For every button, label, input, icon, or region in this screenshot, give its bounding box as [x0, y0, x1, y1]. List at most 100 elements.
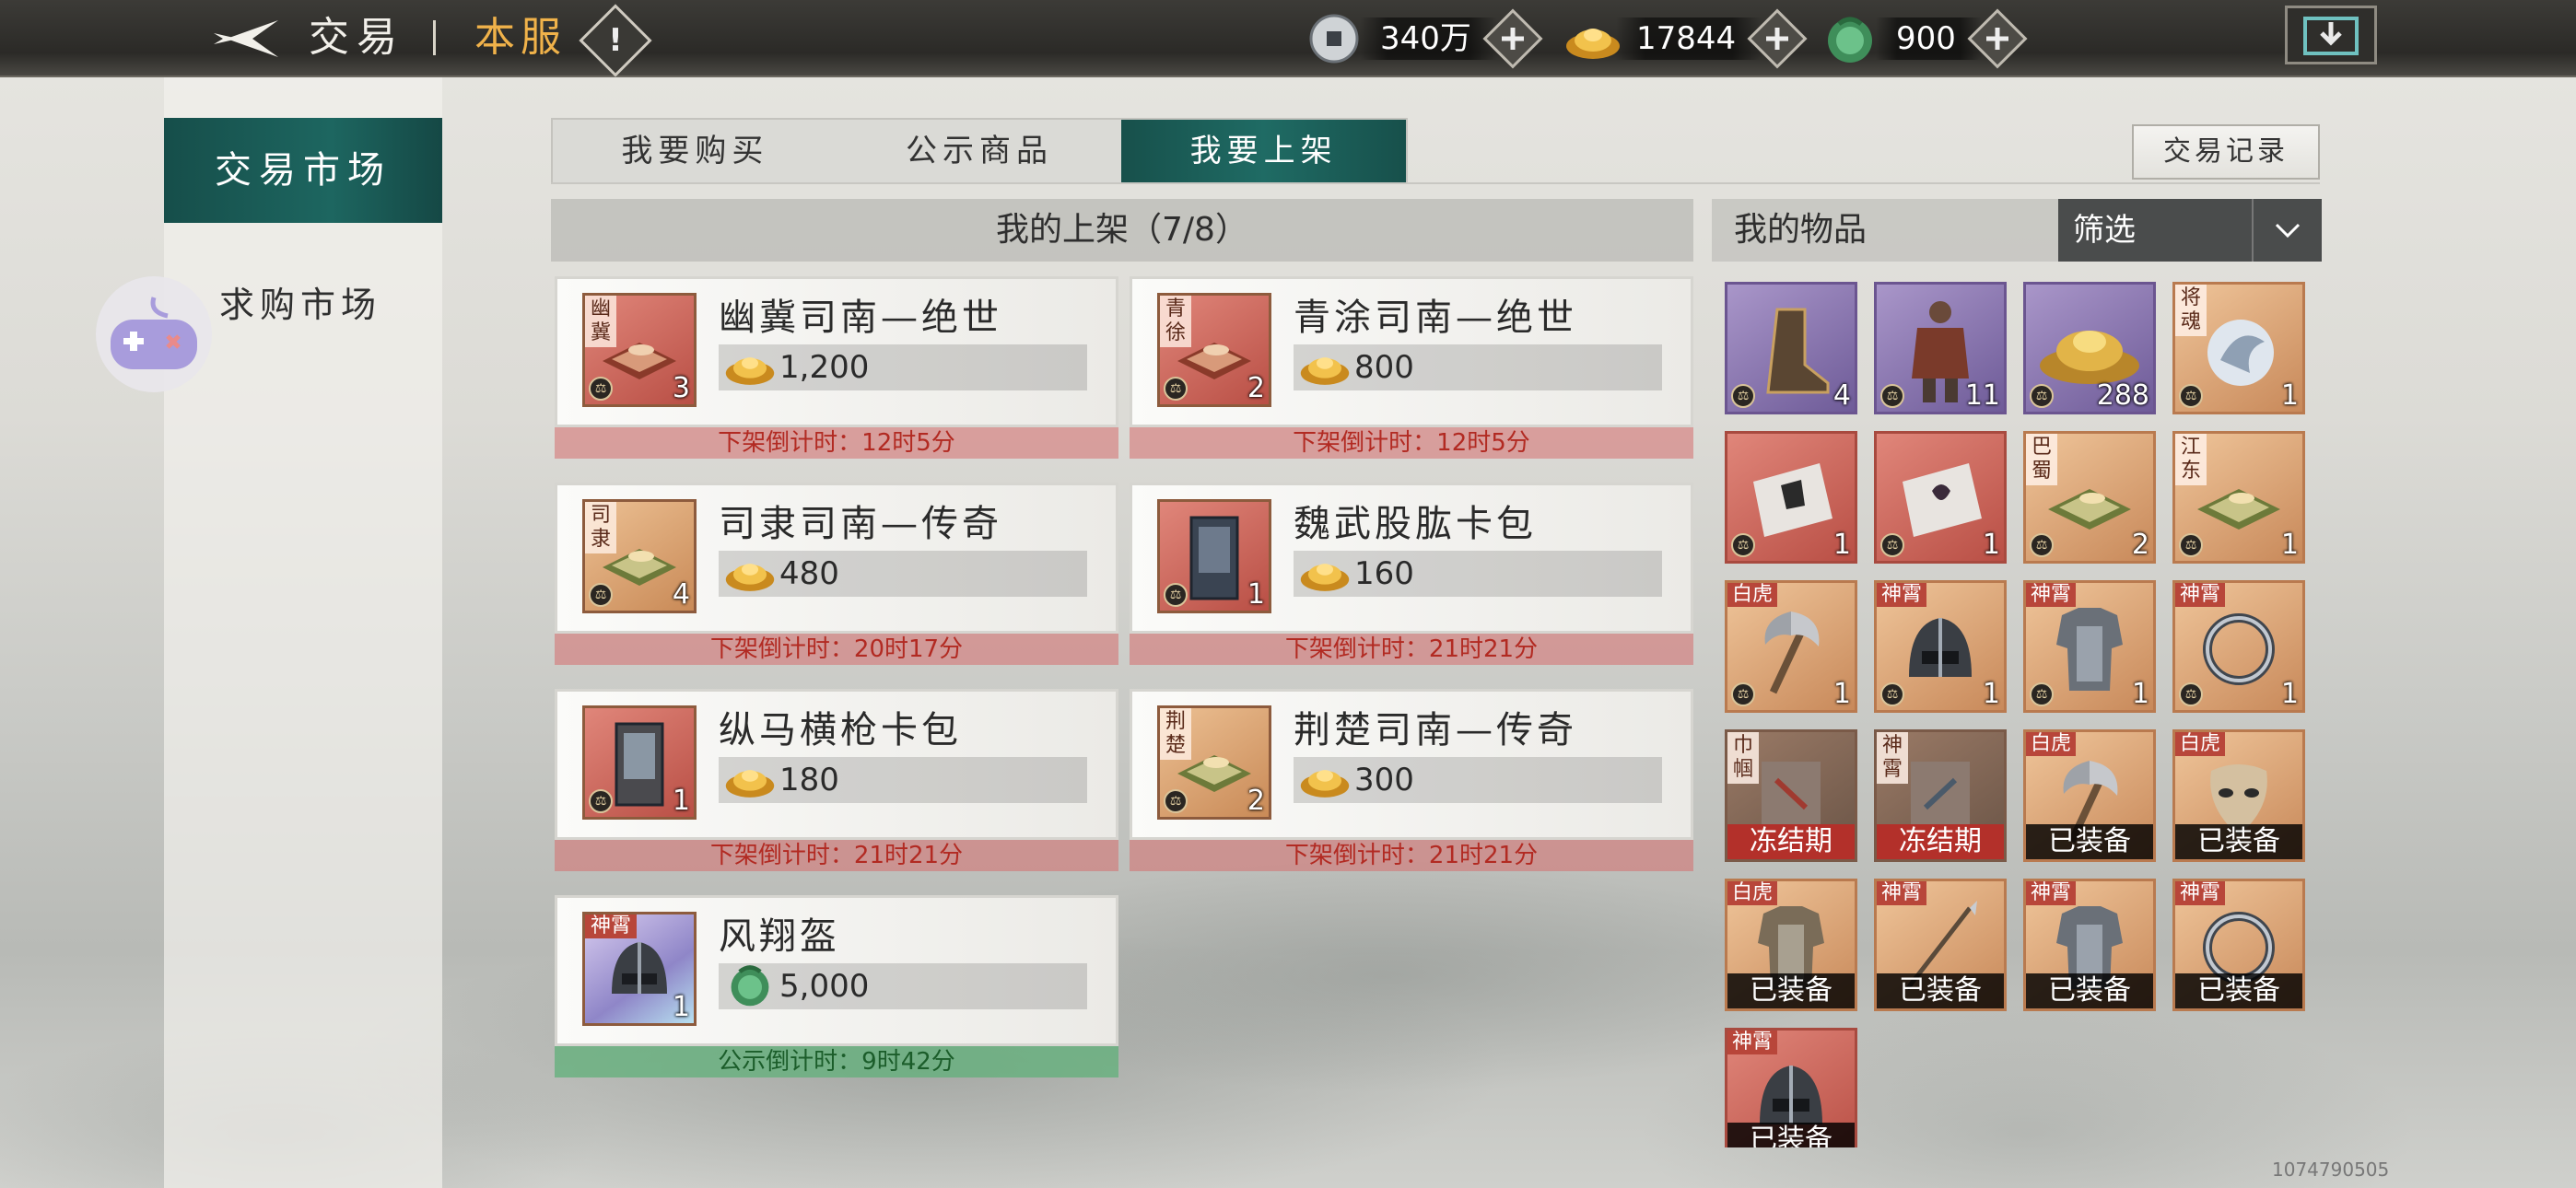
inventory-slot[interactable]: 神霄 ⚖ 1: [2023, 580, 2156, 713]
item-count: 288: [2096, 379, 2149, 412]
listing-card[interactable]: 青徐 ⚖ 2 青涂司南—绝世 800 下架倒计时：12时5分: [1130, 276, 1693, 460]
inventory-slot[interactable]: ⚖ 288: [2023, 282, 2156, 414]
trade-lock-icon: ⚖: [2179, 533, 2203, 557]
inventory-slot[interactable]: 巾帼 冻结期: [1725, 729, 1857, 862]
item-name: 青涂司南—绝世: [1294, 297, 1577, 339]
item-count: 2: [2131, 529, 2149, 561]
inventory-slot[interactable]: 神霄 ⚖ 1: [2172, 580, 2305, 713]
currency-silver-value: 340万: [1360, 17, 1497, 60]
inventory-slot[interactable]: 神霄 已装备: [2172, 879, 2305, 1011]
inventory-grid: ⚖ 4 ⚖ 11 ⚖ 288 将魂 ⚖ 1 ⚖ 1 ⚖ 1 巴蜀 ⚖ 2 江东 …: [1725, 282, 2314, 1147]
listing-card[interactable]: 幽冀 ⚖ 3 幽冀司南—绝世 1,200 下架倒计时：12时5分: [555, 276, 1118, 460]
equipped-status: 已装备: [2026, 973, 2153, 1008]
price-bar: 160: [1294, 551, 1662, 597]
delist-countdown: 下架倒计时：12时5分: [555, 427, 1118, 459]
set-tag: 神霄: [2175, 583, 2226, 607]
item-count: 1: [672, 785, 690, 817]
item-count: 3: [672, 372, 690, 404]
back-arrow-icon[interactable]: [208, 9, 282, 68]
compass-icon: 荆楚 ⚖ 2: [1157, 705, 1271, 820]
listing-card[interactable]: ⚖ 1 魏武股肱卡包 160 下架倒计时：21时21分: [1130, 483, 1693, 667]
trade-lock-icon: ⚖: [589, 789, 613, 813]
inventory-slot[interactable]: 江东 ⚖ 1: [2172, 431, 2305, 564]
item-count: 2: [1247, 372, 1265, 404]
tab-public-items[interactable]: 公示商品: [837, 120, 1122, 182]
item-price: 5,000: [779, 968, 870, 1005]
inventory-slot[interactable]: ⚖ 11: [1874, 282, 2007, 414]
sidebar-item-buy-request-market[interactable]: 求购市场: [219, 276, 381, 327]
currency-gold: 17844: [1564, 8, 1808, 69]
title-divider: [433, 20, 436, 55]
trade-lock-icon: ⚖: [2030, 682, 2054, 706]
server-label[interactable]: 本服: [474, 7, 567, 68]
listing-card[interactable]: 司隶 ⚖ 4 司隶司南—传奇 480 下架倒计时：20时17分: [555, 483, 1118, 667]
listing-card[interactable]: 神霄 1 风翔盔 5,000 公示倒计时：9时42分: [555, 895, 1118, 1079]
gold-ingot-icon: [1300, 770, 1350, 798]
gamepad-icon[interactable]: [96, 276, 212, 392]
inventory-slot[interactable]: ⚖ 4: [1725, 282, 1857, 414]
chevron-down-icon[interactable]: [2252, 199, 2322, 262]
inventory-slot[interactable]: ⚖ 1: [1725, 431, 1857, 564]
trade-record-button[interactable]: 交易记录: [2132, 124, 2320, 180]
item-name: 风翔盔: [719, 915, 840, 958]
equipped-status: 已装备: [1877, 973, 2004, 1008]
item-price: 300: [1354, 762, 1414, 798]
frozen-status: 冻结期: [1727, 824, 1855, 859]
item-price: 160: [1354, 555, 1414, 592]
item-count: 1: [1832, 529, 1851, 561]
trade-lock-icon: ⚖: [1731, 682, 1755, 706]
download-icon[interactable]: [2285, 6, 2377, 64]
gold-ingot-icon: [1300, 357, 1350, 385]
listing-card[interactable]: ⚖ 1 纵马横枪卡包 180 下架倒计时：21时21分: [555, 689, 1118, 873]
set-tag: 神霄: [1877, 583, 1927, 607]
item-name: 幽冀司南—绝世: [719, 297, 1002, 339]
inventory-slot[interactable]: 神霄 冻结期: [1874, 729, 2007, 862]
silver-coin-icon: [1308, 13, 1360, 64]
item-count: 1: [2280, 379, 2299, 412]
inventory-slot[interactable]: 白虎 已装备: [2023, 729, 2156, 862]
compass-icon: 司隶 ⚖ 4: [582, 499, 697, 613]
boot-icon: [1766, 308, 1830, 394]
listing-card[interactable]: 荆楚 ⚖ 2 荆楚司南—传奇 300 下架倒计时：21时21分: [1130, 689, 1693, 873]
tab-buy[interactable]: 我要购买: [553, 120, 837, 182]
trade-lock-icon: ⚖: [2179, 384, 2203, 408]
price-bar: 300: [1294, 757, 1662, 803]
currency-jade: 900: [1824, 8, 2028, 69]
trade-lock-icon: ⚖: [1731, 533, 1755, 557]
region-tag: 荆楚: [1160, 708, 1191, 760]
exclamation-icon[interactable]: !: [579, 4, 652, 77]
filter-dropdown[interactable]: 筛选: [2058, 199, 2322, 262]
price-bar: 180: [719, 757, 1087, 803]
trade-lock-icon: ⚖: [1880, 533, 1904, 557]
ring-icon: [2203, 612, 2275, 685]
equipped-status: 已装备: [1727, 973, 1855, 1008]
trade-lock-icon: ⚖: [589, 583, 613, 607]
inventory-slot[interactable]: 巴蜀 ⚖ 2: [2023, 431, 2156, 564]
set-tag: 神霄: [2026, 881, 2077, 905]
item-count: 1: [1247, 578, 1265, 611]
currency-gold-value: 17844: [1616, 17, 1762, 60]
axe-icon: [1764, 611, 1820, 694]
tab-list-for-sale[interactable]: 我要上架: [1121, 120, 1407, 182]
inventory-slot[interactable]: 将魂 ⚖ 1: [2172, 282, 2305, 414]
inventory-slot[interactable]: 神霄 已装备: [1725, 1028, 1857, 1147]
inventory-slot[interactable]: ⚖ 1: [1874, 431, 2007, 564]
inventory-slot[interactable]: 神霄 已装备: [2023, 879, 2156, 1011]
scroll-icon: [1903, 462, 1982, 537]
set-tag: 白虎: [2175, 732, 2226, 756]
equipped-status: 已装备: [1727, 1123, 1855, 1147]
jade-dragon-icon: [1824, 13, 1876, 64]
sidebar-item-trade-market[interactable]: 交易市场: [164, 118, 442, 223]
card-pack-icon: ⚖ 1: [1157, 499, 1271, 613]
inventory-slot[interactable]: 白虎 ⚖ 1: [1725, 580, 1857, 713]
set-tag: 神霄: [2175, 881, 2226, 905]
trade-lock-icon: ⚖: [1164, 583, 1188, 607]
price-bar: 480: [719, 551, 1087, 597]
item-count: 2: [1247, 785, 1265, 817]
inventory-slot[interactable]: 神霄 ⚖ 1: [1874, 580, 2007, 713]
inventory-slot[interactable]: 神霄 已装备: [1874, 879, 2007, 1011]
delist-countdown: 下架倒计时：12时5分: [1130, 427, 1693, 459]
item-count: 1: [1982, 529, 2000, 561]
inventory-slot[interactable]: 白虎 已装备: [1725, 879, 1857, 1011]
inventory-slot[interactable]: 白虎 已装备: [2172, 729, 2305, 862]
